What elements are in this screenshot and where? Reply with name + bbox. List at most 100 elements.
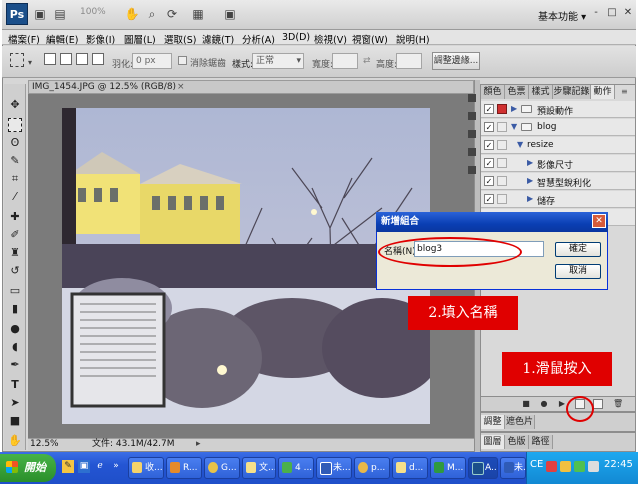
panel-icon[interactable] — [468, 148, 476, 156]
refine-edge-button[interactable]: 調整邊緣... — [432, 52, 480, 70]
menu-help[interactable]: 說明(H) — [396, 32, 430, 46]
menu-image[interactable]: 影像(I) — [86, 32, 115, 46]
chevron-right-icon[interactable]: ▶ — [527, 176, 533, 185]
hand-tool-icon[interactable]: ✋ — [124, 6, 140, 22]
taskbar-item[interactable]: 未... — [316, 457, 352, 479]
width-field[interactable] — [332, 53, 358, 69]
action-row-default-set[interactable]: ✓ ▶ 預設動作 — [481, 101, 635, 118]
eyedropper-tool-icon[interactable]: ⁄ — [8, 190, 22, 204]
ok-button[interactable]: 確定 — [555, 242, 601, 257]
new-action-icon[interactable] — [593, 399, 603, 409]
quick-select-tool-icon[interactable]: ✎ — [8, 154, 22, 168]
tab-masks[interactable]: 遮色片 — [505, 415, 535, 429]
toggle-checkbox[interactable]: ✓ — [484, 158, 494, 168]
panel-icon[interactable] — [468, 94, 476, 102]
swap-icon[interactable]: ⇄ — [363, 56, 371, 66]
volume-icon[interactable] — [588, 461, 599, 472]
tray-icon[interactable] — [574, 461, 585, 472]
action-row-blog[interactable]: ✓ ▼ blog — [481, 119, 635, 136]
panel-icon[interactable] — [468, 166, 476, 174]
dialog-toggle[interactable] — [497, 158, 507, 168]
toggle-checkbox[interactable]: ✓ — [484, 104, 494, 114]
stop-icon[interactable]: ■ — [521, 399, 531, 409]
brush-tool-icon[interactable]: ✐ — [8, 228, 22, 242]
new-selection-icon[interactable] — [44, 53, 56, 65]
chevron-down-icon[interactable]: ▼ — [517, 140, 523, 149]
chevron-right-icon[interactable]: ▶ — [527, 158, 533, 167]
antialias-checkbox[interactable] — [178, 56, 187, 65]
menu-window[interactable]: 視窗(W) — [352, 32, 388, 46]
ie-icon[interactable]: ℯ — [94, 460, 106, 473]
panel-icon[interactable] — [468, 112, 476, 120]
close-tab-icon[interactable]: × — [177, 81, 185, 93]
tab-swatches[interactable]: 色票 — [505, 85, 529, 99]
tab-paths[interactable]: 路徑 — [529, 435, 553, 449]
view-extras-icon[interactable]: ▤ — [52, 6, 68, 22]
dodge-tool-icon[interactable]: ◖ — [8, 340, 22, 354]
taskbar-item[interactable]: 4 ... — [278, 457, 314, 479]
toggle-checkbox[interactable]: ✓ — [484, 176, 494, 186]
dialog-toggle[interactable] — [497, 122, 507, 132]
close-button[interactable]: ✕ — [620, 6, 636, 20]
add-selection-icon[interactable] — [60, 53, 72, 65]
tab-styles[interactable]: 樣式 — [529, 85, 553, 99]
preset-dropdown-arrow[interactable]: ▾ — [28, 58, 32, 67]
menu-3d[interactable]: 3D(D) — [282, 32, 310, 43]
taskbar-item[interactable]: G... — [204, 457, 240, 479]
path-select-icon[interactable]: ➤ — [8, 396, 22, 410]
history-brush-icon[interactable]: ↺ — [8, 264, 22, 278]
dialog-toggle[interactable] — [497, 176, 507, 186]
shape-tool-icon[interactable]: ■ — [8, 414, 22, 428]
toggle-checkbox[interactable]: ✓ — [484, 140, 494, 150]
minimize-button[interactable]: - — [588, 6, 604, 20]
hand-tool-icon[interactable]: ✋ — [8, 434, 22, 448]
zoom-level[interactable]: 100% — [80, 7, 106, 17]
taskbar-item[interactable]: 收... — [128, 457, 164, 479]
workspace-switcher[interactable]: 基本功能 ▾ — [538, 8, 586, 23]
tray-icon[interactable] — [546, 461, 557, 472]
toggle-checkbox[interactable]: ✓ — [484, 194, 494, 204]
tab-actions[interactable]: 動作 — [591, 85, 615, 99]
subtract-selection-icon[interactable] — [76, 53, 88, 65]
rotate-view-icon[interactable]: ⟳ — [164, 6, 180, 22]
action-row-resize[interactable]: ✓ ▼ resize — [481, 137, 635, 154]
crop-tool-icon[interactable]: ⌗ — [8, 172, 22, 186]
language-indicator[interactable]: CE — [530, 459, 543, 470]
tray-icon[interactable] — [560, 461, 571, 472]
cancel-button[interactable]: 取消 — [555, 264, 601, 279]
menu-select[interactable]: 選取(S) — [164, 32, 196, 46]
quicklaunch-icon[interactable]: ✎ — [62, 460, 74, 473]
type-tool-icon[interactable]: T — [8, 378, 22, 392]
dialog-toggle[interactable] — [497, 194, 507, 204]
action-row-smart-sharpen[interactable]: ✓ ▶ 智慧型銳利化 — [481, 173, 635, 190]
clone-stamp-icon[interactable]: ♜ — [8, 246, 22, 260]
menu-layer[interactable]: 圖層(L) — [124, 32, 156, 46]
taskbar-item[interactable]: 文... — [242, 457, 276, 479]
height-field[interactable] — [396, 53, 422, 69]
zoom-field[interactable]: 12.5% — [30, 439, 59, 450]
move-tool-icon[interactable]: ✥ — [8, 98, 22, 112]
chevron-right-icon[interactable]: ▶ — [527, 194, 533, 203]
style-select[interactable]: 正常 ▾ — [252, 53, 304, 69]
menu-filter[interactable]: 濾鏡(T) — [202, 32, 234, 46]
toggle-checkbox[interactable]: ✓ — [484, 122, 494, 132]
taskbar-item[interactable]: d... — [392, 457, 428, 479]
gradient-tool-icon[interactable]: ▮ — [8, 302, 22, 316]
lasso-tool-icon[interactable]: ʘ — [8, 136, 22, 150]
panel-icon[interactable] — [468, 130, 476, 138]
taskbar-item[interactable]: M... — [430, 457, 466, 479]
screen-mode-icon[interactable]: ▣ — [222, 6, 238, 22]
record-icon[interactable]: ● — [539, 399, 549, 409]
pen-tool-icon[interactable]: ✒ — [8, 358, 22, 372]
healing-brush-icon[interactable]: ✚ — [8, 210, 22, 224]
action-row-save[interactable]: ✓ ▶ 儲存 — [481, 191, 635, 208]
menu-file[interactable]: 檔案(F) — [8, 32, 40, 46]
taskbar-item-photoshop[interactable]: A... — [468, 457, 498, 479]
dialog-toggle[interactable] — [497, 104, 507, 114]
chevron-right-icon[interactable]: ▶ — [511, 104, 517, 113]
chevron-down-icon[interactable]: ▼ — [511, 122, 517, 131]
tab-adjustments[interactable]: 調整 — [481, 415, 505, 429]
taskbar-item[interactable]: p... — [354, 457, 390, 479]
intersect-selection-icon[interactable] — [92, 53, 104, 65]
arrange-documents-icon[interactable]: ▦ — [190, 6, 206, 22]
